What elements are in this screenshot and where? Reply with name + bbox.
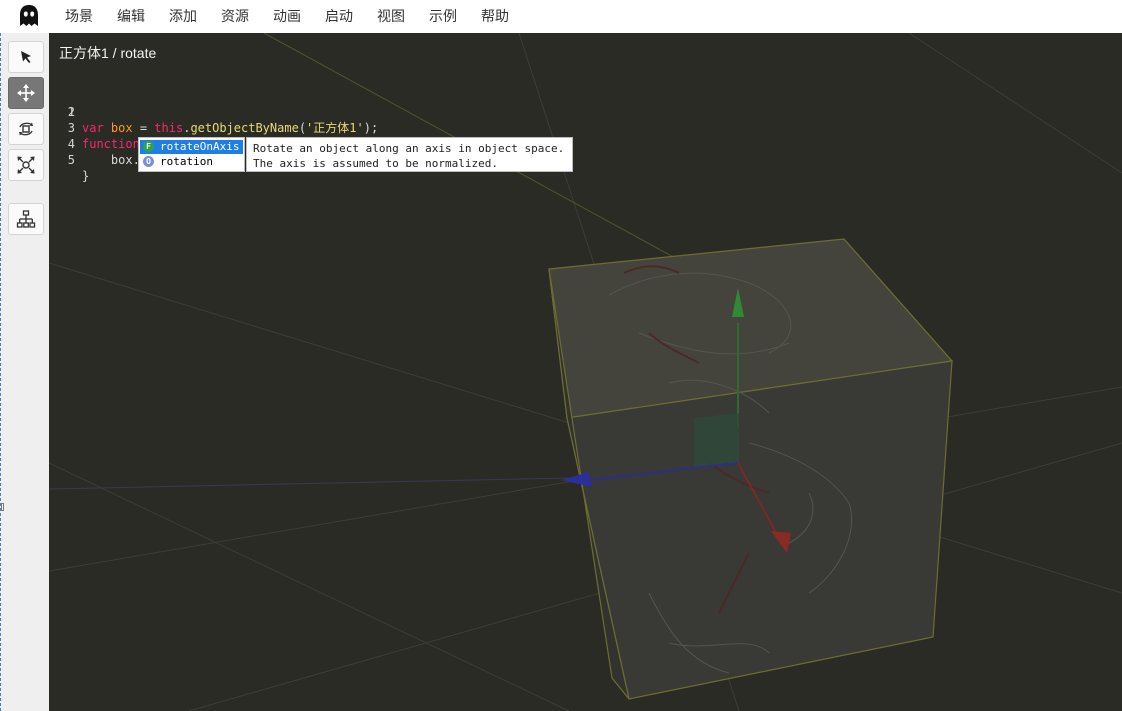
menu-edit[interactable]: 编辑: [117, 0, 145, 33]
menu-animation[interactable]: 动画: [273, 0, 301, 33]
arrow-cursor-icon: [21, 51, 31, 63]
autocomplete-item-rotation[interactable]: O rotation: [140, 155, 243, 169]
rotate-tool-button[interactable]: [8, 113, 44, 145]
rotate-icon: [19, 122, 33, 136]
autocomplete-list: F rotateOnAxis O rotation: [138, 137, 245, 172]
cube-front-face: [566, 360, 953, 700]
menu-add[interactable]: 添加: [169, 0, 197, 33]
gizmo-plane-handle: [694, 413, 739, 468]
autocomplete-doc-tooltip: Rotate an object along an axis in object…: [246, 137, 573, 172]
menubar: 场景 编辑 添加 资源 动画 启动 视图 示例 帮助: [0, 0, 1122, 34]
code-line-4[interactable]: 4 box.rot: [49, 120, 649, 167]
code-line-2[interactable]: 2: [49, 88, 649, 119]
code-line-1[interactable]: 1 var box = this.getObjectByName('正方体1')…: [49, 69, 649, 135]
doc-line-1: Rotate an object along an axis in object…: [253, 142, 565, 155]
left-toolbar: [0, 33, 49, 711]
current-line-highlight: [58, 69, 136, 89]
ghost-logo-icon[interactable]: [18, 4, 40, 28]
menu-help[interactable]: 帮助: [481, 0, 509, 33]
select-tool-button[interactable]: [8, 41, 44, 73]
function-badge-icon: F: [143, 141, 154, 152]
3d-viewport[interactable]: 正方体1 / rotate 1 var box = this.getObject…: [49, 33, 1122, 711]
hierarchy-icon: [16, 210, 36, 228]
gizmo-z-arrow-icon: [561, 472, 592, 487]
menu-examples[interactable]: 示例: [429, 0, 457, 33]
resize-handle[interactable]: [1, 503, 4, 511]
object-badge-icon: O: [143, 156, 154, 167]
code-line-3[interactable]: 3 function update( event ) {: [49, 104, 649, 151]
menu-assets[interactable]: 资源: [221, 0, 249, 33]
menu-launch[interactable]: 启动: [325, 0, 353, 33]
script-editor-title: 正方体1 / rotate: [59, 45, 157, 61]
hierarchy-tool-button[interactable]: [8, 203, 44, 235]
autocomplete-item-rotateOnAxis[interactable]: F rotateOnAxis: [140, 140, 243, 154]
menu-scene[interactable]: 场景: [65, 0, 93, 33]
translate-tool-button[interactable]: [8, 77, 44, 109]
scale-tool-button[interactable]: [8, 149, 44, 181]
scale-icon: [17, 156, 35, 174]
axis-line-z: [49, 477, 570, 490]
line-number: 5: [67, 153, 75, 167]
doc-line-2: The axis is assumed to be normalized.: [253, 157, 499, 170]
move-arrows-icon: [17, 84, 35, 102]
menu-view[interactable]: 视图: [377, 0, 405, 33]
